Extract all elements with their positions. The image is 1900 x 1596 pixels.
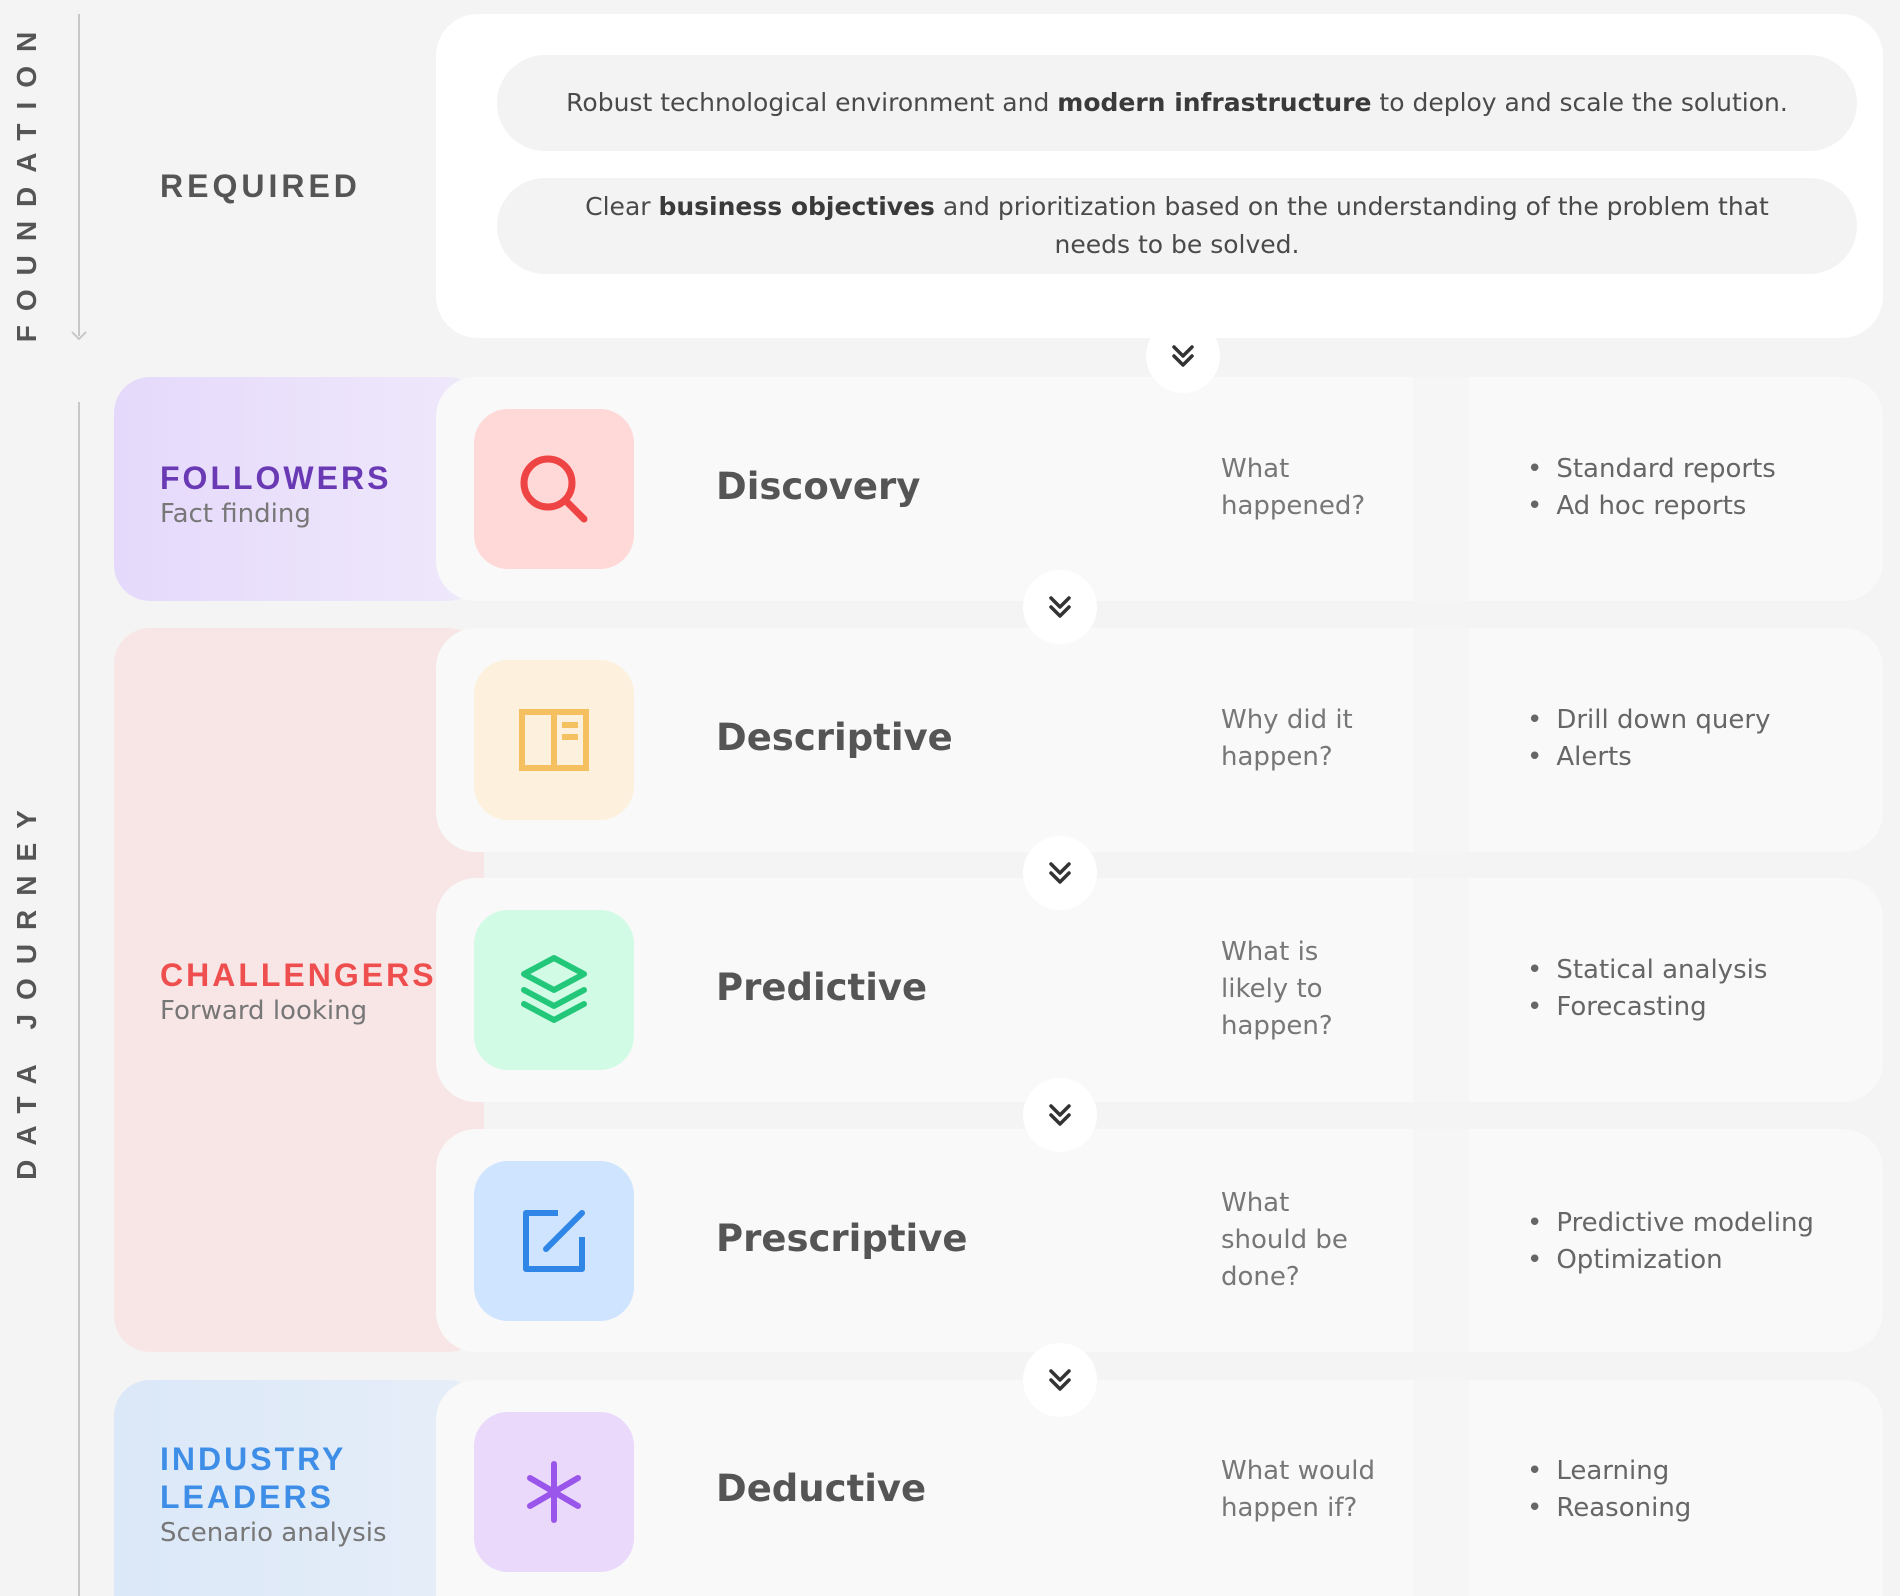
tier-industry-leaders-label: INDUSTRY LEADERS Scenario analysis [160,1440,387,1548]
descriptive-icon-tile [474,660,634,820]
row-question: Why did it happen? [1221,705,1353,772]
row-title: Predictive [716,966,928,1009]
bullet-item: Statical analysis [1527,952,1767,989]
bullet-item: Learning [1527,1453,1691,1490]
row-bullets: Predictive modeling Optimization [1527,1205,1814,1279]
column-gap [1413,878,1469,1102]
bullet-item: Predictive modeling [1527,1205,1814,1242]
predictive-icon-tile [474,910,634,1070]
row-question: What happened? [1221,454,1366,521]
foundation-arrow-icon [71,331,87,341]
bullet-item: Reasoning [1527,1490,1691,1527]
column-gap [1413,1380,1469,1596]
chevron-down-icon [1146,319,1220,393]
chevron-down-icon [1023,1343,1097,1417]
journey-guide-line [78,402,80,1596]
tier-name: INDUSTRY LEADERS [160,1441,347,1515]
row-question: What is likely to happen? [1221,937,1333,1041]
bullet-item: Optimization [1527,1242,1814,1279]
bullet-item: Alerts [1527,739,1770,776]
bullet-item: Standard reports [1527,451,1776,488]
row-title: Prescriptive [716,1217,968,1260]
tier-subtitle: Scenario analysis [160,1518,387,1548]
row-bullets: Learning Reasoning [1527,1453,1691,1527]
tier-name: FOLLOWERS [160,460,392,496]
discovery-icon-tile [474,409,634,569]
panel-icon [519,709,589,771]
journey-side-label: DATA JOURNEY [11,796,42,1180]
row-question: What should be done? [1221,1188,1348,1292]
foundation-guide-line [78,14,80,336]
row-title: Discovery [716,465,921,508]
prescriptive-icon-tile [474,1161,634,1321]
foundation-requirement: Robust technological environment and mod… [497,55,1857,151]
asterisk-icon [527,1461,581,1523]
row-bullets: Standard reports Ad hoc reports [1527,451,1776,525]
bullet-item: Ad hoc reports [1527,488,1776,525]
requirement-text: Robust technological environment and mod… [566,88,1788,117]
requirement-text: Clear business objectives and prioritiza… [585,192,1769,259]
tier-subtitle: Fact finding [160,499,311,529]
row-bullets: Statical analysis Forecasting [1527,952,1767,1026]
edit-icon [523,1210,585,1272]
tier-challengers-label: CHALLENGERS Forward looking [160,956,437,1026]
required-label: REQUIRED [160,168,361,204]
row-bullets: Drill down query Alerts [1527,702,1770,776]
foundation-requirement: Clear business objectives and prioritiza… [497,178,1857,274]
row-title: Descriptive [716,716,953,759]
column-gap [1413,377,1469,601]
column-gap [1413,1129,1469,1352]
chevron-down-icon [1023,836,1097,910]
tier-name: CHALLENGERS [160,957,437,993]
column-gap [1413,628,1469,852]
row-title: Deductive [716,1467,927,1510]
layers-icon [521,955,587,1023]
bullet-item: Drill down query [1527,702,1770,739]
row-question: What would happen if? [1221,1456,1375,1523]
tier-followers-label: FOLLOWERS Fact finding [160,459,391,529]
search-icon [520,455,588,523]
chevron-down-icon [1023,1078,1097,1152]
tier-subtitle: Forward looking [160,996,368,1026]
bullet-item: Forecasting [1527,989,1767,1026]
deductive-icon-tile [474,1412,634,1572]
foundation-side-label: FOUNDATION [11,17,42,343]
chevron-down-icon [1023,570,1097,644]
